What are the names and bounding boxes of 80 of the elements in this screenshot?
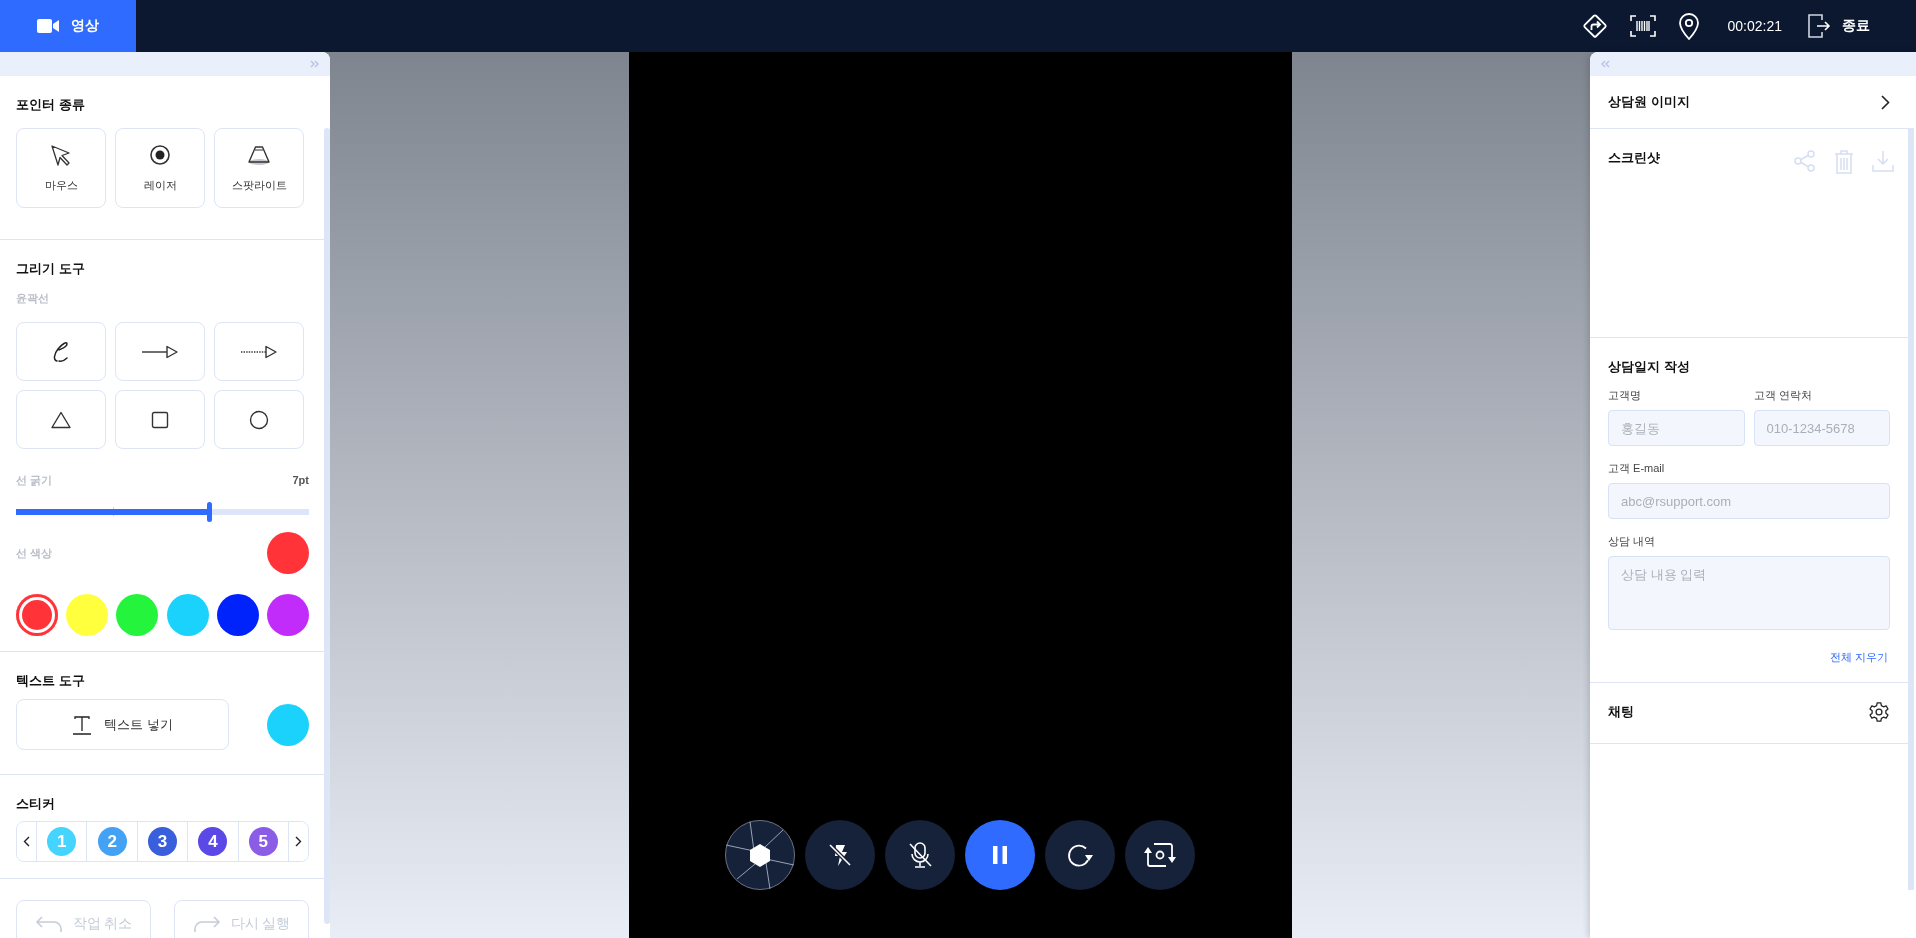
pointer-option[interactable]: 스팟라이트 [214,128,304,208]
undo-arrow-icon [34,915,63,933]
section-title: 포인터 종류 [16,97,86,113]
draw-tool-button[interactable] [115,390,205,449]
color-swatch[interactable] [66,594,109,636]
line-color-label: 선 색상 [16,546,53,560]
text-cursor-icon [72,714,93,735]
draw-tool-button[interactable] [115,322,205,381]
pause-icon [992,845,1008,865]
location-pin-icon[interactable] [1677,12,1700,40]
section-title: 그리기 도구 [16,261,86,277]
scrollbar[interactable] [324,128,330,924]
double-chevron-icon [1600,60,1610,68]
thickness-value: 7pt [292,474,309,486]
triangle-icon [51,410,71,429]
chevron-right-icon [1881,94,1890,110]
dotted-arrow-icon [240,344,278,359]
input-field[interactable]: 홍길동 [1608,410,1745,446]
field-label: 상담 내역 [1608,534,1657,548]
text-color-dot[interactable] [267,703,309,746]
number-sticker[interactable]: 3 [148,827,177,856]
exit-icon [1808,14,1832,38]
color-swatch[interactable] [116,594,159,636]
settings-button[interactable] [1868,701,1890,723]
input-field[interactable]: 010-1234-5678 [1753,410,1890,446]
color-swatch[interactable] [166,594,209,636]
mic-off-icon [907,841,933,869]
color-swatch[interactable] [16,594,58,636]
flash-off-icon [827,842,853,868]
switch-camera-icon [1143,841,1177,869]
capture-button[interactable] [725,820,795,890]
exit-button[interactable]: 종료 [1808,14,1870,38]
field-label: 고객 연락처 [1753,388,1813,402]
field-label: 고객 E-mail [1608,461,1666,475]
expand-button[interactable] [1881,94,1890,110]
notes-field[interactable]: 상담 내용 입력 [1608,556,1890,630]
video-camera-icon [37,18,59,34]
section-title: 텍스트 도구 [16,673,86,689]
settings-icon [1868,701,1890,723]
call-timer: 00:02:21 [1727,18,1782,34]
direction-sign-icon[interactable] [1581,13,1608,39]
draw-tool-button[interactable] [16,390,106,449]
barcode-scan-icon[interactable] [1629,15,1656,37]
number-sticker[interactable]: 5 [248,827,278,856]
section-subtitle: 윤곽선 [16,291,50,305]
section-title: 상담원 이미지 [1608,94,1690,110]
chevron-right-icon [295,836,303,847]
clear-all-link[interactable]: 전체 지우기 [1829,650,1888,665]
input-field[interactable]: abc@rsupport.com [1608,483,1890,519]
color-swatch[interactable] [216,594,259,636]
chevron-left-icon [23,836,30,847]
cursor-icon [50,143,72,166]
arrow-icon [141,344,179,359]
pointer-option[interactable]: 레이저 [115,128,205,208]
section-title: 상담일지 작성 [1608,359,1691,375]
section-title: 채팅 [1608,704,1634,720]
download-icon [1872,150,1894,172]
number-sticker[interactable]: 4 [198,827,228,856]
color-swatch[interactable] [266,594,309,636]
field-label: 고객명 [1608,388,1642,402]
redo-arrow-icon [192,915,221,933]
video-tab[interactable]: 영상 [0,0,136,52]
trash-icon [1834,150,1854,174]
share-icon [1794,150,1816,172]
spotlight-icon [247,143,271,166]
target-dot-icon [149,143,171,166]
thickness-label: 선 굵기 [16,473,53,487]
scrollbar[interactable] [1908,128,1914,890]
section-title: 스크린샷 [1608,150,1660,166]
circle-icon [249,409,269,430]
draw-tool-button[interactable] [214,390,304,449]
pointer-option[interactable]: 마우스 [16,128,106,208]
double-chevron-icon [310,60,320,68]
add-text-button[interactable]: 텍스트 넣기 [16,699,229,750]
rotate-icon [1066,842,1094,868]
pen-stroke-icon [52,340,70,363]
square-icon [151,410,169,429]
camera-shutter-icon [725,820,795,890]
section-title: 스티커 [16,796,56,812]
slider-thumb[interactable] [207,502,213,522]
